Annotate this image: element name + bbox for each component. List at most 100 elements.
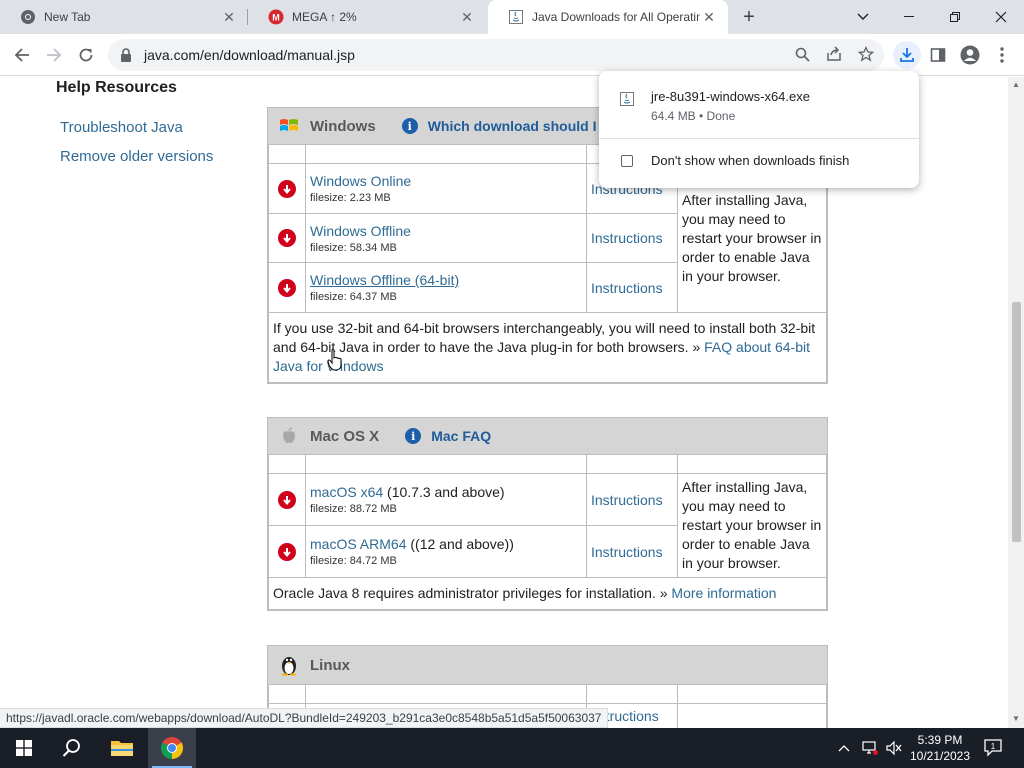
- network-icon[interactable]: [862, 728, 878, 768]
- browser-toolbar: java.com/en/download/manual.jsp: [0, 34, 1024, 76]
- back-button[interactable]: [8, 41, 36, 69]
- close-window-button[interactable]: [978, 0, 1024, 34]
- chrome-icon: [20, 9, 36, 25]
- more-information-link[interactable]: More information: [671, 585, 776, 601]
- help-resources-title: Help Resources: [56, 79, 177, 96]
- tab-java-downloads[interactable]: Java Downloads for All Operatin ✕: [488, 0, 728, 34]
- page-scrollbar[interactable]: ▲ ▼: [1008, 77, 1024, 728]
- svg-text:M: M: [272, 13, 280, 23]
- start-button[interactable]: [0, 728, 48, 768]
- remove-older-versions-link[interactable]: Remove older versions: [60, 148, 213, 165]
- download-arrow-icon[interactable]: [278, 229, 296, 247]
- file-icon: [619, 91, 635, 107]
- tab-mega[interactable]: M MEGA ↑ 2% ✕: [248, 0, 486, 34]
- address-bar[interactable]: java.com/en/download/manual.jsp: [108, 39, 884, 71]
- mac-faq-link[interactable]: Mac FAQ: [431, 428, 491, 444]
- close-icon[interactable]: ✕: [700, 8, 718, 26]
- apple-logo-icon: [278, 425, 300, 447]
- profile-avatar-icon[interactable]: [958, 43, 982, 67]
- scroll-up-icon[interactable]: ▲: [1012, 80, 1020, 89]
- filesize-label: filesize: 64.37 MB: [310, 291, 397, 303]
- mac-section: Mac OS X i Mac FAQ macOS x64 (10.7.3 and…: [267, 417, 828, 611]
- info-icon: i: [405, 428, 422, 444]
- windows-offline-link[interactable]: Windows Offline: [310, 223, 411, 239]
- instructions-link[interactable]: Instructions: [586, 525, 678, 578]
- version-requirement: ((12 and above)): [406, 536, 514, 552]
- instructions-link[interactable]: Instructions: [586, 262, 678, 313]
- mega-icon: M: [268, 9, 284, 25]
- show-hidden-icons-chevron[interactable]: [838, 728, 850, 768]
- download-arrow-icon[interactable]: [278, 278, 296, 297]
- hand-cursor-icon: [327, 349, 342, 371]
- forward-button[interactable]: [40, 41, 68, 69]
- clock-time: 5:39 PM: [917, 733, 963, 747]
- share-icon[interactable]: [822, 42, 846, 66]
- reload-button[interactable]: [72, 41, 100, 69]
- download-icon[interactable]: [893, 41, 921, 69]
- chrome-taskbar-button[interactable]: [148, 728, 196, 768]
- downloads-bubble: jre-8u391-windows-x64.exe 64.4 MB • Done…: [599, 71, 919, 188]
- windows-taskbar: 5:39 PM 10/21/2023 1: [0, 728, 1024, 768]
- mac-footer-note: Oracle Java 8 requires administrator pri…: [268, 577, 827, 610]
- instructions-link[interactable]: Instructions: [586, 473, 678, 526]
- side-panel-icon[interactable]: [926, 43, 950, 67]
- macos-arm64-link[interactable]: macOS ARM64: [310, 536, 406, 552]
- footer-text: Oracle Java 8 requires administrator pri…: [273, 585, 672, 601]
- mac-title: Mac OS X: [310, 427, 380, 445]
- download-file-name[interactable]: jre-8u391-windows-x64.exe: [651, 89, 810, 104]
- scrollbar-thumb[interactable]: [1012, 302, 1021, 542]
- version-requirement: (10.7.3 and above): [383, 484, 505, 500]
- link-status-bar: https://javadl.oracle.com/webapps/downlo…: [0, 708, 609, 728]
- clock-date: 10/21/2023: [909, 749, 971, 763]
- filesize-label: filesize: 84.72 MB: [310, 555, 397, 567]
- after-install-note: After installing Java, you may need to r…: [677, 473, 827, 578]
- notification-count: 1: [991, 742, 996, 751]
- search-icon[interactable]: [790, 42, 814, 66]
- dont-show-checkbox[interactable]: [621, 155, 633, 167]
- restore-button[interactable]: [932, 0, 978, 34]
- windows-logo-icon: [278, 115, 300, 137]
- which-download-link[interactable]: Which download should I: [428, 118, 597, 134]
- instructions-link[interactable]: Instructions: [586, 213, 678, 263]
- close-icon[interactable]: ✕: [458, 8, 476, 26]
- tab-title: MEGA ↑ 2%: [292, 10, 357, 24]
- tab-search-chevron-icon[interactable]: [840, 0, 886, 34]
- minimize-button[interactable]: [886, 0, 932, 34]
- system-clock[interactable]: 5:39 PM 10/21/2023: [904, 732, 976, 764]
- windows-title: Windows: [310, 117, 376, 135]
- windows-start-icon: [16, 740, 32, 756]
- filesize-label: filesize: 2.23 MB: [310, 192, 391, 204]
- notification-center-icon[interactable]: 1: [982, 728, 1006, 768]
- macos-x64-link[interactable]: macOS x64: [310, 484, 383, 500]
- mac-section-header: Mac OS X i Mac FAQ: [268, 418, 827, 454]
- windows-footer-note: If you use 32-bit and 64-bit browsers in…: [268, 312, 827, 383]
- lock-icon[interactable]: [120, 48, 134, 62]
- chrome-icon: [161, 737, 183, 759]
- tux-penguin-icon: [278, 654, 300, 676]
- mac-download-table: macOS x64 (10.7.3 and above) filesize: 8…: [268, 454, 827, 610]
- scroll-down-icon[interactable]: ▼: [1012, 714, 1020, 723]
- folder-icon: [111, 741, 133, 756]
- download-arrow-icon[interactable]: [278, 179, 296, 198]
- download-file-status: 64.4 MB • Done: [651, 109, 736, 123]
- java-icon: [508, 9, 524, 25]
- windows-offline-64bit-link[interactable]: Windows Offline (64-bit): [310, 272, 459, 288]
- file-explorer-button[interactable]: [98, 728, 146, 768]
- tab-title: New Tab: [44, 10, 91, 24]
- troubleshoot-java-link[interactable]: Troubleshoot Java: [60, 119, 183, 136]
- menu-kebab-icon[interactable]: [990, 43, 1014, 67]
- dont-show-label[interactable]: Don't show when downloads finish: [651, 153, 849, 168]
- bookmark-star-icon[interactable]: [854, 42, 878, 66]
- tab-title: Java Downloads for All Operatin: [532, 10, 700, 24]
- download-arrow-icon[interactable]: [278, 542, 296, 561]
- tab-new-tab[interactable]: New Tab ✕: [0, 0, 248, 34]
- windows-online-link[interactable]: Windows Online: [310, 173, 411, 189]
- search-button[interactable]: [48, 728, 96, 768]
- volume-muted-icon[interactable]: [886, 728, 902, 768]
- download-arrow-icon[interactable]: [278, 490, 296, 509]
- new-tab-button[interactable]: +: [736, 4, 762, 30]
- filesize-label: filesize: 88.72 MB: [310, 503, 397, 515]
- divider: [599, 138, 919, 139]
- search-icon: [62, 739, 80, 757]
- close-icon[interactable]: ✕: [220, 8, 238, 26]
